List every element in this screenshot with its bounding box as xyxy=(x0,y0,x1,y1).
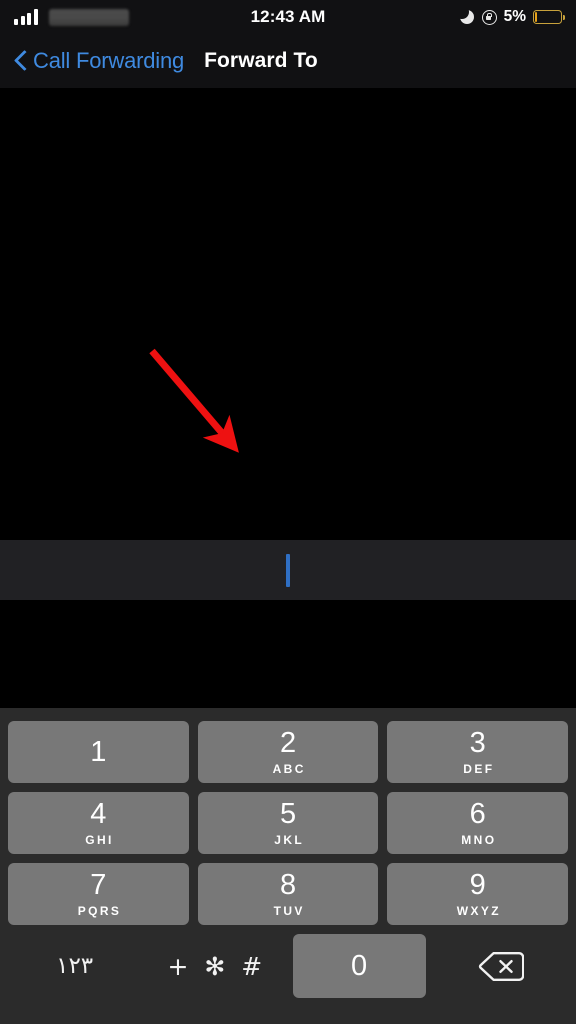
symbols-button[interactable]: + ✻ # xyxy=(150,934,283,998)
red-arrow-icon xyxy=(149,348,239,453)
key-9[interactable]: 9 WXYZ xyxy=(387,863,569,925)
backspace-delete-icon xyxy=(479,951,525,981)
rotation-lock-icon xyxy=(481,9,497,25)
key-1[interactable]: 1 xyxy=(8,721,189,783)
keypad-row-1: 1 2 ABC 3 DEF xyxy=(8,721,569,783)
key-4-number: 4 xyxy=(90,797,107,830)
page-title: Forward To xyxy=(204,49,318,72)
phone-number-input-field[interactable] xyxy=(0,540,576,600)
key-1-number: 1 xyxy=(90,735,107,768)
chevron-left-icon xyxy=(14,49,28,73)
key-6-number: 6 xyxy=(469,797,486,830)
keypad-row-2: 4 GHI 5 JKL 6 MNO xyxy=(8,792,569,854)
key-8-number: 8 xyxy=(279,868,297,901)
moon-icon xyxy=(459,9,475,25)
carrier-name-redacted xyxy=(48,8,129,26)
key-4[interactable]: 4 GHI xyxy=(8,792,189,854)
key-5-number: 5 xyxy=(279,797,297,830)
keypad-row-4: ١٢٣ + ✻ # 0 xyxy=(8,934,568,998)
key-2[interactable]: 2 ABC xyxy=(197,721,379,783)
battery-fill xyxy=(535,12,538,22)
alternate-digits-label: ١٢٣ xyxy=(56,953,94,979)
status-bar-left xyxy=(14,8,129,26)
key-6-letters: MNO xyxy=(461,832,497,847)
content-area xyxy=(0,88,576,708)
key-7-letters: PQRS xyxy=(77,903,122,918)
back-button-label: Call Forwarding xyxy=(33,48,185,73)
battery-icon xyxy=(533,10,566,24)
status-bar-right: 5% xyxy=(459,8,566,26)
key-3-number: 3 xyxy=(469,726,486,759)
numeric-keypad: 1 2 ABC 3 DEF 4 GHI 5 JKL 6 MNO 7 PQRS 8… xyxy=(0,708,576,1024)
back-button[interactable]: Call Forwarding xyxy=(0,48,184,74)
status-bar: 12:43 AM 5% xyxy=(0,0,576,34)
key-5[interactable]: 5 JKL xyxy=(197,792,379,854)
key-9-letters: WXYZ xyxy=(456,903,501,918)
key-8[interactable]: 8 TUV xyxy=(197,863,379,925)
backspace-button[interactable] xyxy=(435,934,568,998)
key-0-number: 0 xyxy=(351,949,368,982)
key-4-letters: GHI xyxy=(85,832,114,847)
battery-percentage: 5% xyxy=(503,8,526,25)
text-cursor xyxy=(286,553,290,587)
key-2-letters: ABC xyxy=(272,761,306,776)
key-8-letters: TUV xyxy=(273,903,305,918)
phone-screen: 12:43 AM 5% Call Forwarding Forward To 1… xyxy=(0,0,576,1024)
alternate-digits-button[interactable]: ١٢٣ xyxy=(8,934,141,998)
key-6[interactable]: 6 MNO xyxy=(387,792,569,854)
symbols-label: + ✻ # xyxy=(167,951,267,981)
key-7-number: 7 xyxy=(90,868,107,901)
key-9-number: 9 xyxy=(469,868,486,901)
key-5-letters: JKL xyxy=(274,832,305,847)
signal-bars-icon xyxy=(14,9,38,25)
key-3[interactable]: 3 DEF xyxy=(387,721,569,783)
keypad-row-3: 7 PQRS 8 TUV 9 WXYZ xyxy=(8,863,569,925)
key-7[interactable]: 7 PQRS xyxy=(8,863,189,925)
key-2-number: 2 xyxy=(279,726,297,759)
key-3-letters: DEF xyxy=(463,761,495,776)
key-0[interactable]: 0 xyxy=(292,934,426,998)
navigation-bar: Call Forwarding Forward To xyxy=(0,34,576,88)
